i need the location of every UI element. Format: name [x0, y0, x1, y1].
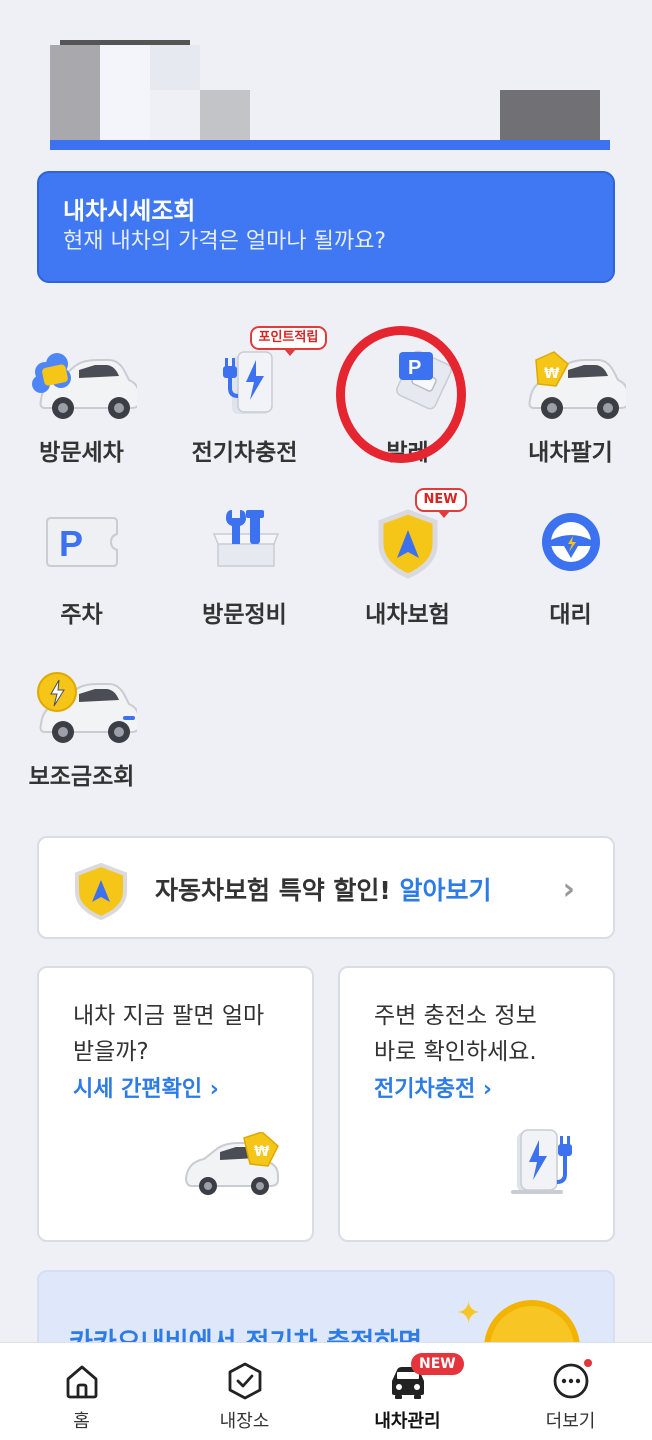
service-label: 전기차충전: [191, 440, 298, 466]
ev-charger-icon: 포인트적립: [190, 326, 328, 438]
banner-title: 내차시세조회: [63, 197, 196, 225]
svg-text:₩: ₩: [254, 1144, 270, 1160]
card-text: 주변 충전소 정보: [374, 1003, 537, 1029]
chevron-right-icon: ›: [562, 872, 575, 907]
ev-charging-card[interactable]: 주변 충전소 정보 바로 확인하세요. 전기차충전 ›: [338, 966, 615, 1242]
notification-dot: [584, 1359, 592, 1367]
service-subsidy-lookup[interactable]: 보조금조회: [0, 662, 163, 792]
svg-text:₩: ₩: [544, 366, 560, 382]
ev-charger-icon: [507, 1126, 583, 1200]
more-icon: [553, 1363, 588, 1399]
nav-label: 내장소: [219, 1411, 270, 1432]
nav-my-places[interactable]: 내장소: [163, 1343, 326, 1440]
bottom-nav: 홈 내장소 NEW 내차관리 더보기: [0, 1342, 652, 1440]
service-car-insurance[interactable]: NEW 내차보험: [326, 488, 489, 630]
home-icon: [66, 1365, 97, 1399]
insurance-shield-icon: [73, 862, 129, 921]
svg-text:P: P: [59, 523, 83, 564]
parking-ticket-icon: P: [27, 500, 137, 600]
service-label: 주차: [60, 602, 103, 628]
points-badge: 포인트적립: [249, 326, 328, 356]
service-label: 보조금조회: [28, 764, 135, 790]
service-label: 내차팔기: [528, 440, 613, 466]
nav-label: 내차관리: [374, 1411, 441, 1432]
new-badge: NEW: [411, 1353, 464, 1375]
service-parking[interactable]: P 주차: [0, 500, 163, 630]
insurance-text: 자동차보험 특약 할인!: [155, 876, 391, 905]
service-ev-charging[interactable]: 포인트적립 전기차충전: [163, 326, 328, 468]
car-wash-icon: [27, 338, 140, 438]
sparkle-icon: ✦: [456, 1296, 482, 1331]
car-sell-icon: ₩: [182, 1131, 282, 1200]
insurance-discount-banner[interactable]: 자동차보험 특약 할인! 알아보기 ›: [37, 836, 615, 939]
nav-more[interactable]: 더보기: [489, 1343, 652, 1440]
new-badge: NEW: [414, 488, 467, 518]
service-car-sell[interactable]: ₩ 내차팔기: [489, 338, 652, 468]
card-text: 내차 지금 팔면 얼마: [73, 1003, 265, 1029]
service-label: 내차보험: [365, 602, 450, 628]
banner-subtitle: 현재 내차의 가격은 얼마나 될까요?: [63, 229, 387, 254]
car-price-card[interactable]: 내차 지금 팔면 얼마 받을까? 시세 간편확인 › ₩: [37, 966, 314, 1242]
ev-charging-link[interactable]: 전기차충전 ›: [374, 1072, 579, 1108]
service-designated-driver[interactable]: 대리: [489, 500, 652, 630]
car-sell-icon: ₩: [516, 338, 629, 438]
nav-home[interactable]: 홈: [0, 1343, 163, 1440]
service-visit-maintenance[interactable]: 방문정비: [163, 500, 326, 630]
insurance-learn-more-link[interactable]: 알아보기: [400, 876, 492, 905]
redacted-header: [40, 20, 615, 155]
redacted-progress-bar: [50, 140, 610, 150]
card-text: 받을까?: [73, 1039, 149, 1065]
card-text: 바로 확인하세요.: [374, 1039, 537, 1065]
service-label: 대리: [549, 602, 592, 628]
nav-label: 홈: [73, 1411, 90, 1432]
toolbox-icon: [190, 500, 300, 600]
nav-car-management[interactable]: NEW 내차관리: [326, 1343, 489, 1440]
highlight-circle: [336, 326, 466, 463]
car-valuation-banner[interactable]: 내차시세조회 현재 내차의 가격은 얼마나 될까요?: [37, 171, 615, 283]
insurance-shield-icon: NEW: [353, 488, 467, 600]
service-car-wash[interactable]: 방문세차: [0, 338, 163, 468]
service-label: 방문세차: [39, 440, 124, 466]
service-label: 방문정비: [202, 602, 287, 628]
quick-price-check-link[interactable]: 시세 간편확인 ›: [73, 1072, 278, 1108]
ev-subsidy-icon: [27, 662, 140, 762]
steering-wheel-icon: [516, 500, 626, 600]
my-places-icon: [228, 1362, 261, 1400]
nav-label: 더보기: [545, 1411, 596, 1432]
